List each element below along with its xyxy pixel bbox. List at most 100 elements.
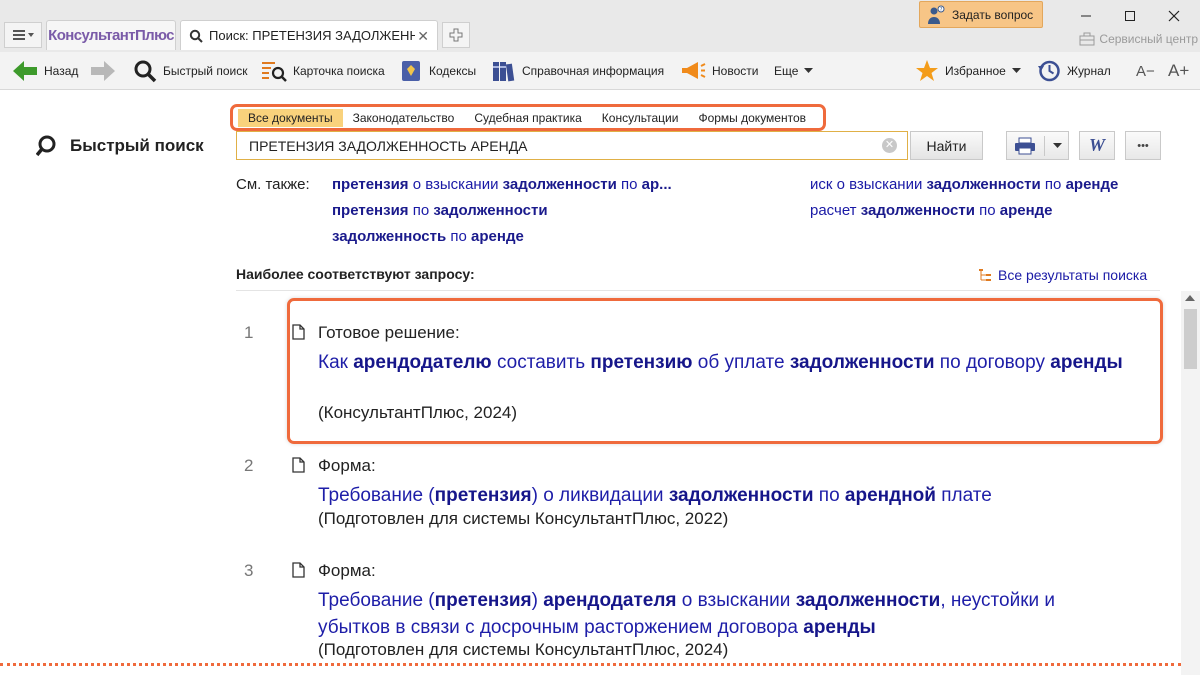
- back-label: Назад: [44, 64, 79, 78]
- text-fragment: Требование (: [318, 590, 435, 611]
- orange-dotted-divider: [0, 663, 1181, 666]
- journal-button[interactable]: Журнал: [1037, 52, 1111, 90]
- font-increase-button[interactable]: A+: [1168, 52, 1189, 90]
- highlight-frame: [287, 298, 1163, 444]
- main-menu-button[interactable]: [4, 22, 42, 48]
- search-card-icon: [262, 62, 287, 82]
- title-bar: КонсультантПлюс Поиск: ПРЕТЕНЗИЯ ЗАДОЛЖЕ…: [0, 0, 1200, 52]
- suggestion-link[interactable]: иск о взыскании задолженности по аренде: [810, 176, 1118, 193]
- highlighted-term: задолженности: [860, 202, 975, 219]
- word-icon: W: [1088, 135, 1105, 155]
- brand-logo-text: КонсультантПлюс: [48, 27, 174, 44]
- results-heading: Наиболее соответствуют запросу:: [236, 266, 475, 282]
- service-center-icon: [1079, 32, 1095, 46]
- search-card-label: Карточка поиска: [293, 64, 385, 78]
- text-fragment: плате: [935, 485, 992, 506]
- search-icon: [134, 60, 157, 83]
- search-card-button[interactable]: Карточка поиска: [261, 52, 385, 90]
- highlighted-term: аренде: [999, 202, 1053, 219]
- highlighted-term: арендодателя: [543, 590, 677, 611]
- menu-icon: [12, 30, 25, 40]
- result-type: Форма:: [318, 456, 376, 475]
- tab-brand[interactable]: КонсультантПлюс: [46, 20, 176, 50]
- result-title-link[interactable]: Требование (претензия) о ликвидации задо…: [318, 482, 1138, 509]
- results-scrollbar[interactable]: [1181, 291, 1200, 675]
- suggestion-link[interactable]: задолженность по аренде: [332, 228, 524, 245]
- codes-book-icon: [402, 61, 420, 81]
- more-dots-icon: •••: [1137, 139, 1149, 152]
- maximize-icon: [1125, 11, 1135, 21]
- clear-search-icon[interactable]: ✕: [882, 138, 897, 153]
- divider: [236, 290, 1160, 291]
- highlighted-term: задолженности: [926, 176, 1041, 193]
- quick-search-heading: Быстрый поиск: [36, 134, 204, 158]
- highlighted-term: задолженности: [668, 485, 814, 506]
- export-word-button[interactable]: W: [1079, 131, 1115, 160]
- tab-search[interactable]: Поиск: ПРЕТЕНЗИЯ ЗАДОЛЖЕННОСТЬ АРЕНДА ✕: [180, 20, 438, 50]
- result-number: 1: [244, 323, 254, 342]
- close-window-button[interactable]: [1164, 6, 1184, 26]
- print-button[interactable]: [1006, 131, 1069, 160]
- font-decrease-button[interactable]: A−: [1136, 52, 1155, 90]
- tab-all-documents[interactable]: Все документы: [238, 108, 343, 127]
- minimize-icon: [1081, 15, 1091, 17]
- highlighted-term: претензия: [332, 176, 409, 193]
- find-button[interactable]: Найти: [910, 131, 983, 160]
- new-tab-button[interactable]: [442, 22, 470, 48]
- highlighted-term: задолженности: [502, 176, 617, 193]
- text-fragment: ) о ликвидации: [531, 485, 669, 506]
- scrollbar-thumb[interactable]: [1184, 309, 1197, 369]
- tab-legislation[interactable]: Законодательство: [343, 109, 465, 127]
- tab-consultations[interactable]: Консультации: [592, 109, 689, 127]
- all-results-label: Все результаты поиска: [998, 267, 1148, 283]
- service-center-label: Сервисный центр: [1099, 32, 1198, 46]
- highlighted-term: задолженность: [332, 228, 447, 245]
- reference-button[interactable]: Справочная информация: [492, 52, 664, 90]
- journal-label: Журнал: [1067, 64, 1111, 78]
- more-menu-button[interactable]: Еще: [774, 52, 814, 90]
- tab-document-forms[interactable]: Формы документов: [688, 109, 816, 127]
- suggestion-link[interactable]: претензия по задолженности: [332, 202, 548, 219]
- tab-court-practice[interactable]: Судебная практика: [464, 109, 591, 127]
- see-also-label: См. также:: [236, 176, 310, 193]
- consultant-person-icon: ?: [928, 5, 945, 24]
- search-field: ✕: [236, 131, 908, 160]
- all-results-link[interactable]: Все результаты поиска: [978, 267, 1147, 283]
- star-icon: [916, 60, 938, 81]
- ask-question-button[interactable]: ? Задать вопрос: [919, 1, 1043, 28]
- favorites-button[interactable]: Избранное: [915, 52, 1021, 90]
- highlighted-term: аренды: [803, 617, 876, 638]
- history-clock-icon: [1038, 60, 1060, 82]
- document-icon: [292, 562, 305, 578]
- suggestion-link[interactable]: расчет задолженности по аренде: [810, 202, 1053, 219]
- highlighted-term: аренде: [1065, 176, 1119, 193]
- service-center-link[interactable]: Сервисный центр: [1079, 32, 1198, 46]
- document-icon: [292, 457, 305, 473]
- close-tab-icon[interactable]: ✕: [417, 28, 429, 45]
- forward-button[interactable]: [90, 52, 116, 90]
- news-button[interactable]: Новости: [680, 52, 758, 90]
- codes-button[interactable]: Кодексы: [399, 52, 476, 90]
- search-input[interactable]: [237, 132, 877, 159]
- scroll-up-arrow-icon[interactable]: [1185, 295, 1195, 301]
- maximize-button[interactable]: [1120, 6, 1140, 26]
- highlighted-term: аренде: [471, 228, 524, 245]
- back-button[interactable]: Назад: [12, 52, 78, 90]
- result-number: 2: [244, 456, 254, 475]
- text-fragment: по: [446, 228, 472, 245]
- more-options-button[interactable]: •••: [1125, 131, 1161, 160]
- split-divider: [1043, 135, 1045, 156]
- text-fragment: по: [1040, 176, 1066, 193]
- result-title-link[interactable]: Требование (претензия) арендодателя о вз…: [318, 587, 1078, 641]
- highlighted-term: ар...: [641, 176, 672, 193]
- ask-question-label: Задать вопрос: [952, 7, 1034, 22]
- suggestion-link[interactable]: претензия о взыскании задолженности по а…: [332, 176, 672, 193]
- text-fragment: расчет: [810, 202, 861, 219]
- text-fragment: по: [408, 202, 434, 219]
- quick-search-button[interactable]: Быстрый поиск: [133, 52, 247, 90]
- tree-list-icon: [979, 269, 991, 281]
- highlighted-term: задолженности: [795, 590, 941, 611]
- search-category-tabs: Все документы Законодательство Судебная …: [230, 104, 826, 131]
- minimize-button[interactable]: [1076, 6, 1096, 26]
- quick-search-label: Быстрый поиск: [163, 64, 248, 78]
